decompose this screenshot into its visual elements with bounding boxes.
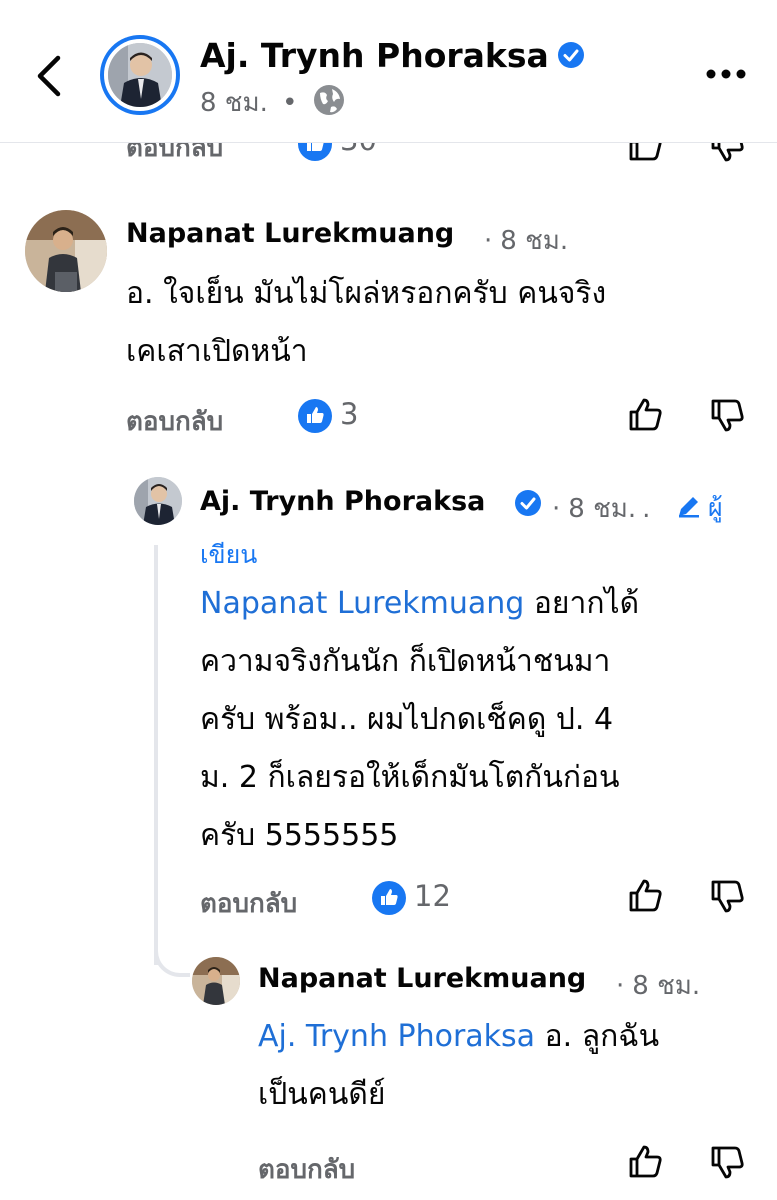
dislike-button[interactable]	[708, 395, 748, 435]
like-count[interactable]: 30	[340, 143, 377, 157]
pencil-icon	[676, 493, 702, 523]
reply-button[interactable]: ตอบกลับ	[200, 883, 297, 924]
like-reaction-icon	[372, 881, 406, 915]
thumbs-down-icon	[711, 1146, 744, 1179]
dislike-button[interactable]	[708, 1142, 748, 1182]
reply-button[interactable]: ตอบกลับ	[126, 401, 223, 442]
avatar-photo	[108, 43, 172, 107]
meta-separator: ·	[552, 494, 561, 524]
post-time[interactable]: 8 ชม.	[200, 88, 268, 118]
comment-text: Napanat Lurekmuang อยากได้ ความจริงกันนั…	[200, 575, 760, 865]
dislike-button[interactable]	[708, 876, 748, 916]
comment-time-wrap: · 8 ชม.	[484, 220, 568, 261]
like-button[interactable]	[626, 1142, 666, 1182]
thumbs-down-icon	[711, 399, 744, 432]
thumbs-down-icon	[711, 880, 744, 913]
avatar[interactable]	[192, 957, 240, 1005]
reply-thread-line	[154, 545, 158, 965]
author-badge-part1: ผู้	[708, 493, 723, 522]
verified-icon	[557, 38, 585, 77]
comment-line: Napanat Lurekmuang อยากได้	[200, 575, 760, 633]
page-title-text[interactable]: Aj. Trynh Phoraksa	[200, 36, 549, 75]
comment-text: Aj. Trynh Phoraksa อ. ลูกฉัน เป็นคนดีย์	[258, 1008, 758, 1124]
like-reaction-icon	[298, 143, 332, 161]
previous-comment-actions: ตอบกลับ 30	[0, 143, 777, 173]
comment-time[interactable]: 8 ชม.	[500, 226, 568, 256]
reply-thread-connector	[154, 935, 190, 977]
comment-line-rest: อยากได้	[524, 586, 640, 621]
meta-separator: •	[282, 88, 298, 118]
comment-line: ครับ 5555555	[200, 818, 399, 853]
thumbs-up-icon	[629, 398, 662, 431]
comment-line: อ. ใจเย็น มันไม่โผล่หรอกครับ คนจริง	[126, 276, 607, 311]
comment-line-rest: อ. ลูกฉัน	[535, 1019, 660, 1054]
like-count[interactable]: 3	[340, 397, 358, 431]
comment-line: Aj. Trynh Phoraksa อ. ลูกฉัน	[258, 1008, 758, 1066]
comment-author[interactable]: Napanat Lurekmuang	[258, 963, 586, 994]
post-header: Aj. Trynh Phoraksa 8 ชม. •	[0, 0, 777, 143]
more-options-button[interactable]	[702, 62, 750, 86]
like-button[interactable]	[626, 143, 666, 165]
back-icon	[37, 55, 61, 97]
post-meta: 8 ชม. •	[200, 82, 346, 124]
like-button[interactable]	[626, 395, 666, 435]
mention-link[interactable]: Napanat Lurekmuang	[200, 586, 524, 621]
like-count[interactable]: 12	[414, 879, 451, 913]
comment-line: เคเสาเปิดหน้า	[126, 334, 308, 369]
comment-line: ความจริงกันนัก ก็เปิดหน้าชนมา	[200, 644, 611, 679]
like-button[interactable]	[626, 876, 666, 916]
thumbs-up-icon	[629, 143, 662, 161]
comment-text: อ. ใจเย็น มันไม่โผล่หรอกครับ คนจริง เคเส…	[126, 265, 756, 381]
thumbs-down-icon	[711, 143, 744, 162]
verified-icon	[514, 489, 542, 521]
meta-separator: ·	[484, 226, 493, 256]
reply-button[interactable]: ตอบกลับ	[126, 143, 223, 168]
page-avatar[interactable]	[100, 35, 180, 115]
thumbs-up-icon	[629, 879, 662, 912]
comment-time[interactable]: 8 ชม.	[568, 494, 636, 524]
like-reaction-icon	[298, 399, 332, 433]
more-icon	[706, 69, 746, 79]
avatar[interactable]	[134, 477, 182, 525]
page-title[interactable]: Aj. Trynh Phoraksa	[200, 36, 585, 77]
comment-author[interactable]: Napanat Lurekmuang	[126, 218, 454, 249]
mention-link[interactable]: Aj. Trynh Phoraksa	[258, 1019, 535, 1054]
avatar[interactable]	[25, 210, 107, 292]
comment-line: ม. 2 ก็เลยรอให้เด็กมันโตกันก่อน	[200, 760, 620, 795]
comment-time-wrap: · 8 ชม.	[616, 965, 700, 1006]
comment-line: เป็นคนดีย์	[258, 1077, 386, 1112]
comment-line: ครับ พร้อม.. ผมไปกดเช็คดู ป. 4	[200, 702, 614, 737]
author-badge-part2: เขียน	[200, 540, 258, 569]
meta-separator: ·	[616, 971, 625, 1001]
globe-icon	[312, 83, 346, 124]
thumbs-up-icon	[629, 1145, 662, 1178]
comment-time-wrap: · 8 ชม..	[552, 494, 651, 524]
comment-author[interactable]: Aj. Trynh Phoraksa	[200, 486, 485, 517]
back-button[interactable]	[30, 52, 70, 100]
comment-time[interactable]: 8 ชม.	[632, 971, 700, 1001]
reply-button[interactable]: ตอบกลับ	[258, 1149, 355, 1190]
dislike-button[interactable]	[708, 143, 748, 165]
